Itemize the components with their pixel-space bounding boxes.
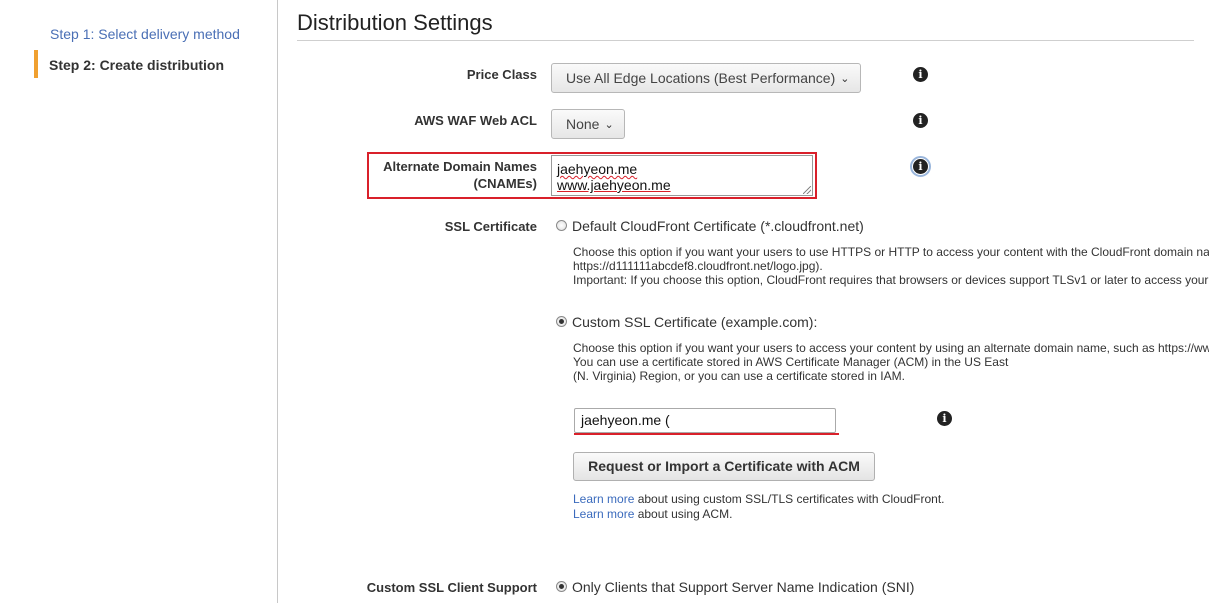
custom-cert-option-label[interactable]: Custom SSL Certificate (example.com): [572,314,817,330]
waf-label: AWS WAF Web ACL [414,113,537,128]
learn-more-acm-text: about using ACM. [634,507,733,521]
sni-radio[interactable] [556,581,567,592]
chevron-down-icon: ⌄ [840,73,850,85]
certificate-input[interactable]: jaehyeon.me ( [574,408,836,433]
cnames-label-line2: (CNAMEs) [473,176,537,191]
client-support-label: Custom SSL Client Support [366,580,537,595]
price-class-label: Price Class [466,67,537,82]
info-icon[interactable]: i [913,113,928,128]
cname-value-1: jaehyeon.me [557,161,638,177]
wizard-sidebar: Step 1: Select delivery method Step 2: C… [0,0,278,603]
custom-cert-desc-3: (N. Virginia) Region, or you can use a c… [573,369,905,383]
learn-more-acm-link[interactable]: Learn more [573,507,634,521]
info-icon[interactable]: i [937,411,952,426]
info-icon[interactable]: i [910,156,931,177]
learn-more-ssl-link[interactable]: Learn more [573,492,634,506]
title-divider [297,40,1194,41]
sni-option-label[interactable]: Only Clients that Support Server Name In… [572,579,914,595]
default-cert-desc-1: Choose this option if you want your user… [573,245,1209,259]
waf-select[interactable]: None ⌄ [551,109,625,139]
price-class-select[interactable]: Use All Edge Locations (Best Performance… [551,63,861,93]
learn-more-acm-line: Learn more about using ACM. [573,507,732,521]
step-1-link[interactable]: Step 1: Select delivery method [50,26,240,42]
custom-cert-desc-2: You can use a certificate stored in AWS … [573,355,1009,369]
waf-value: None [566,116,600,132]
cnames-label: Alternate Domain Names (CNAMEs) [371,158,537,192]
default-cert-desc-3: Important: If you choose this option, Cl… [573,273,1209,287]
chevron-down-icon: ⌄ [604,119,614,131]
active-step-indicator [34,50,38,78]
page-title: Distribution Settings [297,10,493,35]
step-2-current: Step 2: Create distribution [49,57,225,73]
ssl-certificate-label: SSL Certificate [444,219,537,234]
price-class-value: Use All Edge Locations (Best Performance… [566,70,836,86]
info-icon[interactable]: i [913,67,928,82]
learn-more-ssl-text: about using custom SSL/TLS certificates … [634,492,945,506]
resize-handle[interactable] [803,186,811,194]
custom-cert-desc-1: Choose this option if you want your user… [573,341,1209,355]
default-cert-radio[interactable] [556,220,567,231]
learn-more-ssl-line: Learn more about using custom SSL/TLS ce… [573,492,945,506]
default-cert-option-label[interactable]: Default CloudFront Certificate (*.cloudf… [572,218,864,234]
cname-value-2: www.jaehyeon.me [557,177,671,193]
request-acm-certificate-button[interactable]: Request or Import a Certificate with ACM [573,452,875,481]
cnames-label-line1: Alternate Domain Names [383,159,537,174]
default-cert-desc-2: https://d111111abcdef8.cloudfront.net/lo… [573,259,823,273]
cnames-textarea[interactable]: jaehyeon.me www.jaehyeon.me [551,155,813,196]
certificate-highlight-underline [574,433,839,435]
custom-cert-radio[interactable] [556,316,567,327]
